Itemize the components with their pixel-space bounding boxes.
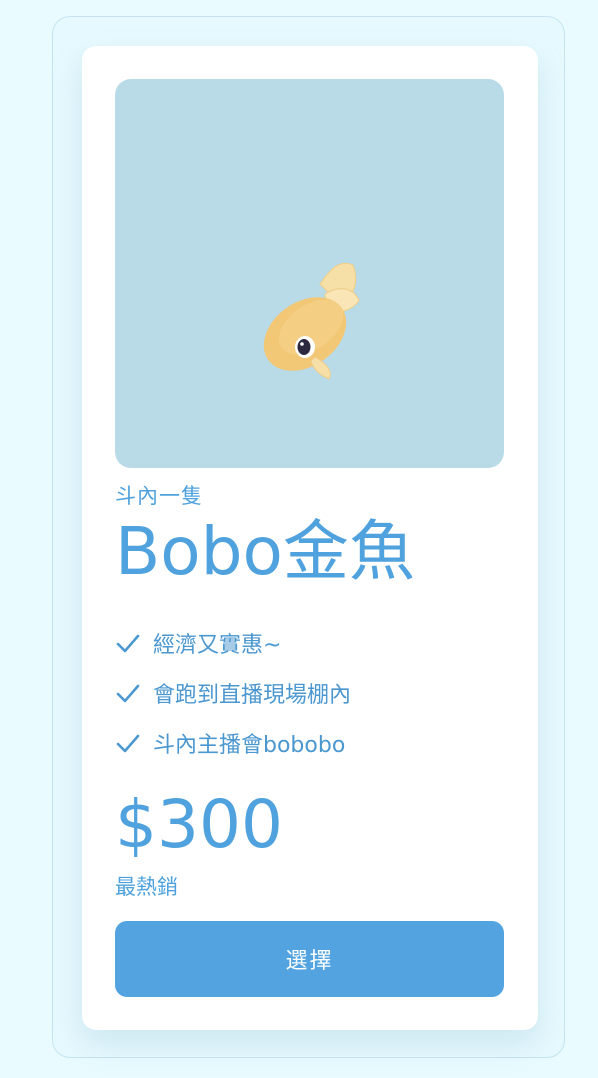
feature-item: 經濟又實惠~ [115, 618, 351, 668]
price-note: 最熱銷 [115, 875, 178, 899]
product-card: 斗內一隻 Bobo金魚 經濟又實惠~ 會跑到直播現場棚內 斗內主播會bobobo… [82, 46, 538, 1030]
feature-label: 斗內主播會bobobo [153, 733, 346, 758]
check-icon [116, 684, 140, 703]
check-icon [116, 734, 140, 753]
feature-item: 會跑到直播現場棚內 [115, 668, 351, 718]
product-title: Bobo金魚 [115, 513, 415, 590]
select-button[interactable]: 選擇 [115, 921, 504, 997]
feature-label: 經濟又實惠~ [153, 633, 282, 658]
product-image [115, 79, 504, 468]
check-icon [116, 634, 140, 653]
feature-list: 經濟又實惠~ 會跑到直播現場棚內 斗內主播會bobobo [115, 618, 351, 768]
product-subtitle: 斗內一隻 [115, 484, 203, 508]
price: $300 [115, 786, 283, 863]
feature-item: 斗內主播會bobobo [115, 718, 351, 768]
feature-label: 會跑到直播現場棚內 [153, 683, 352, 708]
goldfish-image [263, 262, 360, 380]
